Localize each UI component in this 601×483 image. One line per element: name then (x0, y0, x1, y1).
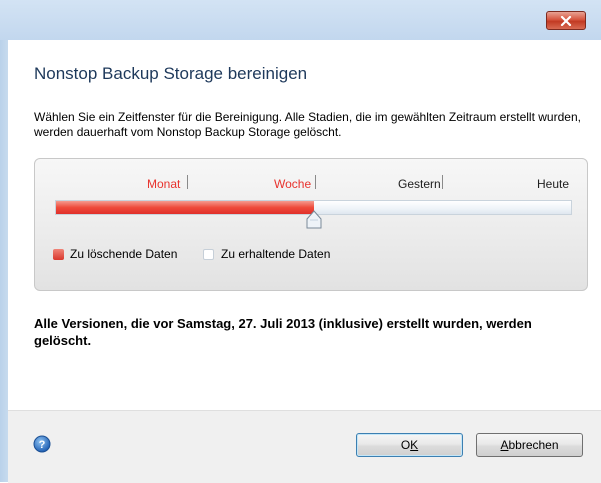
tick-mark-week (315, 175, 316, 189)
legend-delete-label: Zu löschende Daten (70, 247, 178, 261)
deletion-summary: Alle Versionen, die vor Samstag, 27. Jul… (34, 316, 532, 348)
title-bar[interactable] (0, 0, 601, 40)
close-x-icon (560, 15, 572, 26)
tick-label-yesterday: Gestern (398, 177, 441, 191)
dialog-title: Nonstop Backup Storage bereinigen (34, 64, 308, 83)
window-frame-left (0, 0, 8, 482)
tick-label-week: Woche (274, 177, 312, 191)
ok-button-label-prefix: O (400, 438, 411, 452)
dialog-client-area: Nonstop Backup Storage bereinigen Wählen… (8, 40, 601, 483)
slider-thumb[interactable] (306, 210, 322, 230)
tick-label-month: Monat (147, 177, 181, 191)
ok-button-mnemonic: K (410, 438, 419, 452)
dialog-description: Wählen Sie ein Zeitfenster für die Berei… (34, 110, 581, 139)
slider-delete-fill (56, 201, 314, 214)
svg-text:?: ? (39, 439, 46, 451)
cancel-button-label-rest: bbrechen (508, 438, 559, 452)
close-button[interactable] (546, 11, 586, 30)
legend-keep-label: Zu erhaltende Daten (221, 247, 331, 261)
cancel-button-mnemonic: A (500, 438, 509, 452)
dialog-footer: ? OK Abbrechen (8, 410, 601, 483)
tick-label-today: Heute (537, 177, 570, 191)
ok-button[interactable]: OK (356, 433, 463, 457)
tick-mark-yesterday (442, 175, 443, 189)
time-range-slider-panel: Monat Woche Gestern Heute Zu löschende D… (34, 158, 588, 291)
cancel-button[interactable]: Abbrechen (476, 433, 583, 457)
tick-mark-month (187, 175, 188, 189)
legend-delete-swatch (53, 249, 64, 260)
legend-keep-swatch (203, 249, 214, 260)
help-icon[interactable]: ? (33, 435, 51, 453)
